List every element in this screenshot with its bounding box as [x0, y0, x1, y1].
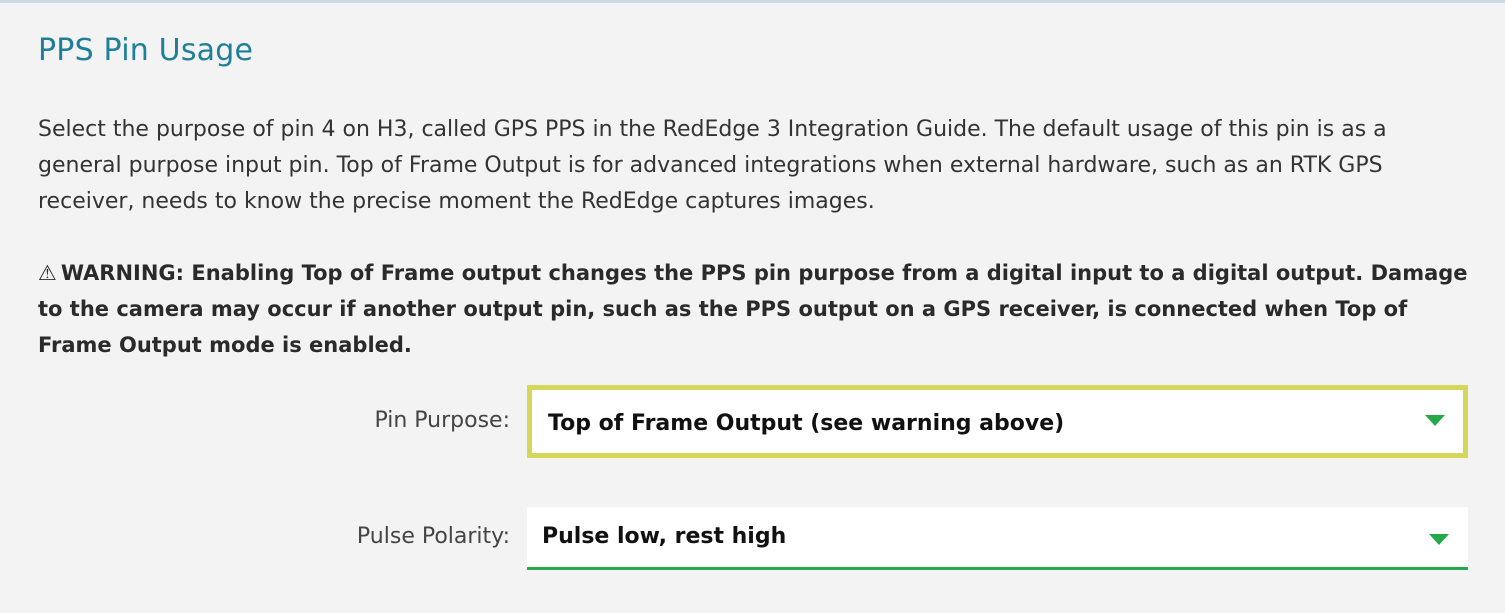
pin-purpose-select[interactable]: Top of Frame Output (see warning above) — [527, 385, 1468, 458]
pulse-polarity-select[interactable]: Pulse low, rest high — [527, 507, 1468, 570]
warning-message: ⚠ WARNING: Enabling Top of Frame output c… — [38, 255, 1478, 363]
pin-purpose-selected-value: Top of Frame Output (see warning above) — [548, 411, 1065, 436]
top-divider — [0, 0, 1505, 3]
warning-text: WARNING: Enabling Top of Frame output ch… — [38, 261, 1468, 357]
section-description: Select the purpose of pin 4 on H3, calle… — [38, 117, 1387, 214]
pin-purpose-label: Pin Purpose: — [374, 408, 510, 433]
chevron-down-icon — [1425, 415, 1445, 426]
pulse-polarity-selected-value: Pulse low, rest high — [542, 524, 787, 549]
chevron-down-icon — [1429, 534, 1449, 545]
pulse-polarity-label: Pulse Polarity: — [356, 524, 510, 549]
warning-icon: ⚠ — [38, 261, 57, 285]
section-title: PPS Pin Usage — [38, 33, 254, 68]
